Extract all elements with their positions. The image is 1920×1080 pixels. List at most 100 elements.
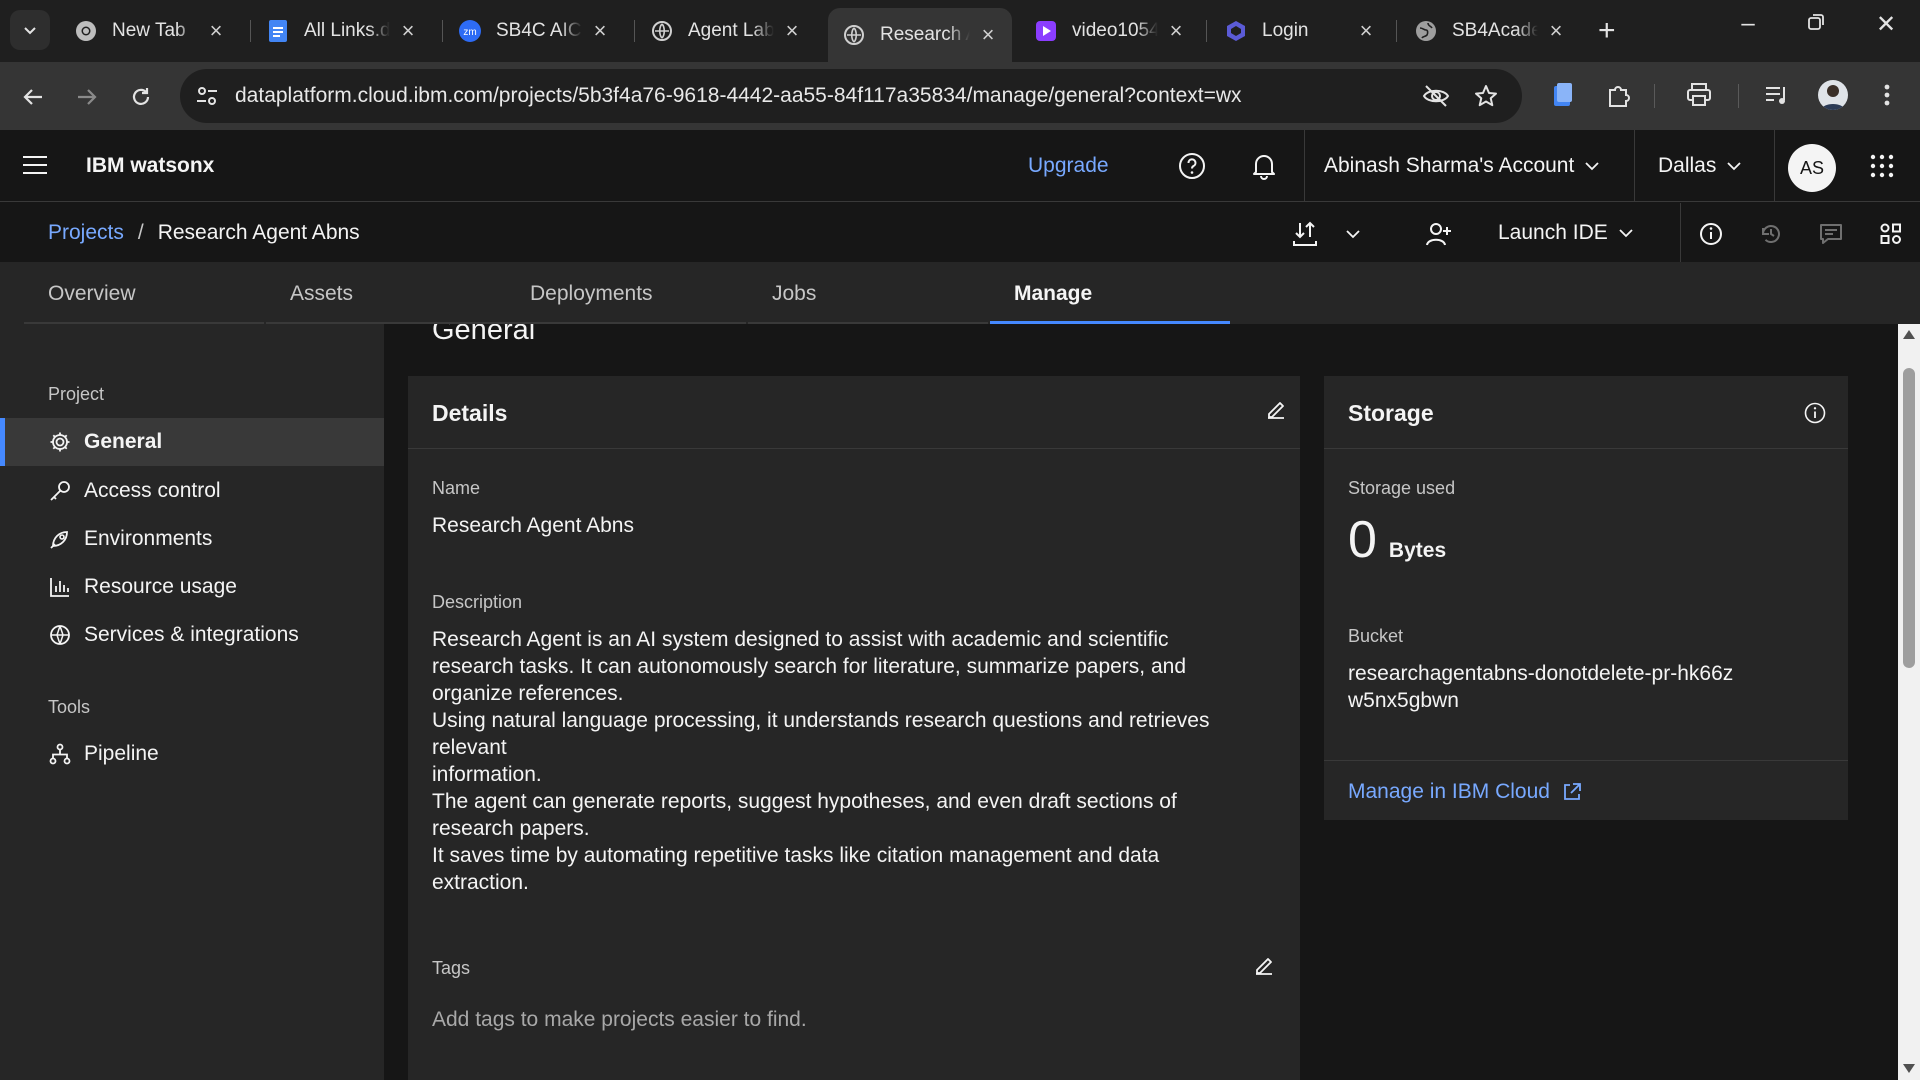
name-label: Name: [432, 478, 481, 498]
browser-tab-login[interactable]: Login ×: [1210, 10, 1390, 52]
browser-tab-research-agent[interactable]: Research Agent ×: [828, 8, 1012, 62]
sidebar-item-label: Resource usage: [84, 575, 237, 598]
new-tab-button[interactable]: +: [1598, 14, 1616, 48]
video-icon: [1034, 19, 1058, 43]
breadcrumb-projects-link[interactable]: Projects: [48, 221, 124, 245]
sidebar-item-resource-usage[interactable]: Resource usage: [0, 563, 384, 611]
reload-icon[interactable]: [124, 80, 158, 114]
browser-tab-sb4c[interactable]: zm SB4C AICTE ×: [444, 10, 624, 52]
header-divider: [1774, 130, 1775, 202]
forward-icon[interactable]: [70, 80, 104, 114]
chevron-down-icon: [1727, 162, 1741, 171]
edit-details-icon[interactable]: [1264, 398, 1288, 427]
sidebar-item-pipeline[interactable]: Pipeline: [0, 730, 384, 778]
page-title: General: [432, 324, 536, 346]
tab-manage[interactable]: Manage: [990, 262, 1230, 324]
bucket-value: researchagentabns-donotdelete-pr-hk66zw5…: [1348, 662, 1734, 712]
manage-link-label: Manage in IBM Cloud: [1348, 780, 1550, 803]
upgrade-link[interactable]: Upgrade: [1028, 154, 1109, 178]
browser-profile-avatar[interactable]: [1818, 80, 1848, 110]
close-icon[interactable]: ×: [978, 22, 998, 48]
launch-ide-button[interactable]: Launch IDE: [1498, 221, 1634, 245]
browser-tab-new-tab[interactable]: New Tab ×: [60, 10, 240, 52]
tab-divider: [442, 20, 443, 42]
tab-search-button[interactable]: [10, 10, 50, 50]
globe-icon: [1414, 19, 1438, 43]
tags-label: Tags: [432, 958, 471, 978]
back-icon[interactable]: [16, 80, 50, 114]
key-icon: [48, 479, 72, 503]
user-avatar[interactable]: AS: [1788, 144, 1836, 192]
eye-off-icon[interactable]: [1422, 84, 1450, 113]
site-settings-icon[interactable]: [194, 83, 220, 114]
close-icon[interactable]: ×: [206, 18, 226, 44]
browser-menu-icon[interactable]: [1872, 80, 1902, 110]
extensions-puzzle-icon[interactable]: [1604, 80, 1634, 110]
close-icon[interactable]: ×: [1356, 18, 1376, 44]
storage-used-number: 0: [1348, 511, 1377, 569]
sidebar-item-label: Pipeline: [84, 742, 159, 765]
app-switcher-icon[interactable]: [1870, 154, 1894, 183]
add-collaborator-icon[interactable]: [1424, 219, 1454, 249]
breadcrumb-bar: Projects / Research Agent Abns Launch ID…: [0, 203, 1920, 262]
storage-info-icon[interactable]: [1804, 402, 1826, 429]
page-scrollbar[interactable]: [1898, 324, 1920, 1080]
tab-deployments[interactable]: Deployments: [506, 262, 746, 324]
hamburger-menu-icon[interactable]: [22, 154, 48, 181]
environment-icon: [48, 527, 72, 551]
sidebar-item-access-control[interactable]: Access control: [0, 467, 384, 515]
close-icon[interactable]: ×: [1546, 18, 1566, 44]
browser-tab-all-links[interactable]: All Links.docx ×: [252, 10, 432, 52]
edit-tags-icon[interactable]: [1252, 954, 1276, 983]
gear-icon: [48, 430, 72, 454]
close-icon[interactable]: ×: [1166, 18, 1186, 44]
comments-icon[interactable]: [1816, 219, 1846, 249]
print-icon[interactable]: [1684, 80, 1714, 110]
scrollbar-thumb[interactable]: [1903, 368, 1915, 668]
tab-title: Research Agent: [880, 24, 970, 45]
notification-bell-icon[interactable]: [1248, 150, 1280, 182]
history-icon[interactable]: [1756, 219, 1786, 249]
address-bar[interactable]: dataplatform.cloud.ibm.com/projects/5b3f…: [180, 69, 1522, 123]
sidebar-item-environments[interactable]: Environments: [0, 515, 384, 563]
close-icon[interactable]: ×: [782, 18, 802, 44]
account-switcher[interactable]: Abinash Sharma's Account: [1324, 154, 1600, 178]
help-icon[interactable]: [1176, 150, 1208, 182]
region-switcher[interactable]: Dallas: [1658, 154, 1742, 178]
media-queue-icon[interactable]: [1762, 80, 1792, 110]
browser-tab-sb4academy[interactable]: SB4Academy ×: [1400, 10, 1580, 52]
close-icon[interactable]: ×: [398, 18, 418, 44]
brand-name[interactable]: IBM watsonx: [86, 154, 214, 178]
app-header: IBM watsonx Upgrade Abinash Sharma's Acc…: [0, 130, 1920, 202]
restore-icon[interactable]: [1796, 10, 1836, 38]
manage-in-ibm-cloud-link[interactable]: Manage in IBM Cloud: [1348, 780, 1582, 804]
close-window-icon[interactable]: ✕: [1866, 10, 1906, 39]
bucket-label: Bucket: [1348, 626, 1404, 646]
tab-title: SB4Academy: [1452, 20, 1538, 41]
browser-tab-strip: New Tab × All Links.docx × zm SB4C AICTE…: [0, 0, 1920, 62]
header-divider: [1304, 130, 1305, 202]
scroll-up-arrow-icon[interactable]: [1903, 330, 1915, 339]
main-content: General Details Name Research Agent Abns…: [384, 324, 1900, 1080]
minimize-icon[interactable]: –: [1728, 10, 1768, 38]
watsonx-icon: [842, 23, 866, 47]
storage-card: Storage Storage used 0 Bytes Bucket resea…: [1324, 376, 1848, 820]
tab-title: All Links.docx: [304, 20, 390, 41]
browser-tab-agent-lab[interactable]: Agent Lab ×: [636, 10, 816, 52]
sidebar-item-services-integrations[interactable]: Services & integrations: [0, 611, 384, 659]
chevron-down-icon[interactable]: [1338, 219, 1368, 249]
close-icon[interactable]: ×: [590, 18, 610, 44]
side-panel-icon[interactable]: [1876, 219, 1906, 249]
sidebar-item-general[interactable]: General: [0, 418, 384, 466]
info-icon[interactable]: [1696, 219, 1726, 249]
tab-title: Login: [1262, 20, 1309, 41]
bookmark-star-icon[interactable]: [1474, 84, 1498, 113]
tab-jobs[interactable]: Jobs: [748, 262, 988, 324]
tab-title: New Tab: [112, 20, 186, 41]
browser-tab-video[interactable]: video1054 ×: [1020, 10, 1200, 52]
chevron-down-icon: [1585, 162, 1599, 171]
tab-overview[interactable]: Overview: [24, 262, 264, 324]
scroll-down-arrow-icon[interactable]: [1903, 1064, 1915, 1073]
import-export-icon[interactable]: [1290, 219, 1320, 249]
extension-docs-icon[interactable]: [1548, 80, 1578, 110]
